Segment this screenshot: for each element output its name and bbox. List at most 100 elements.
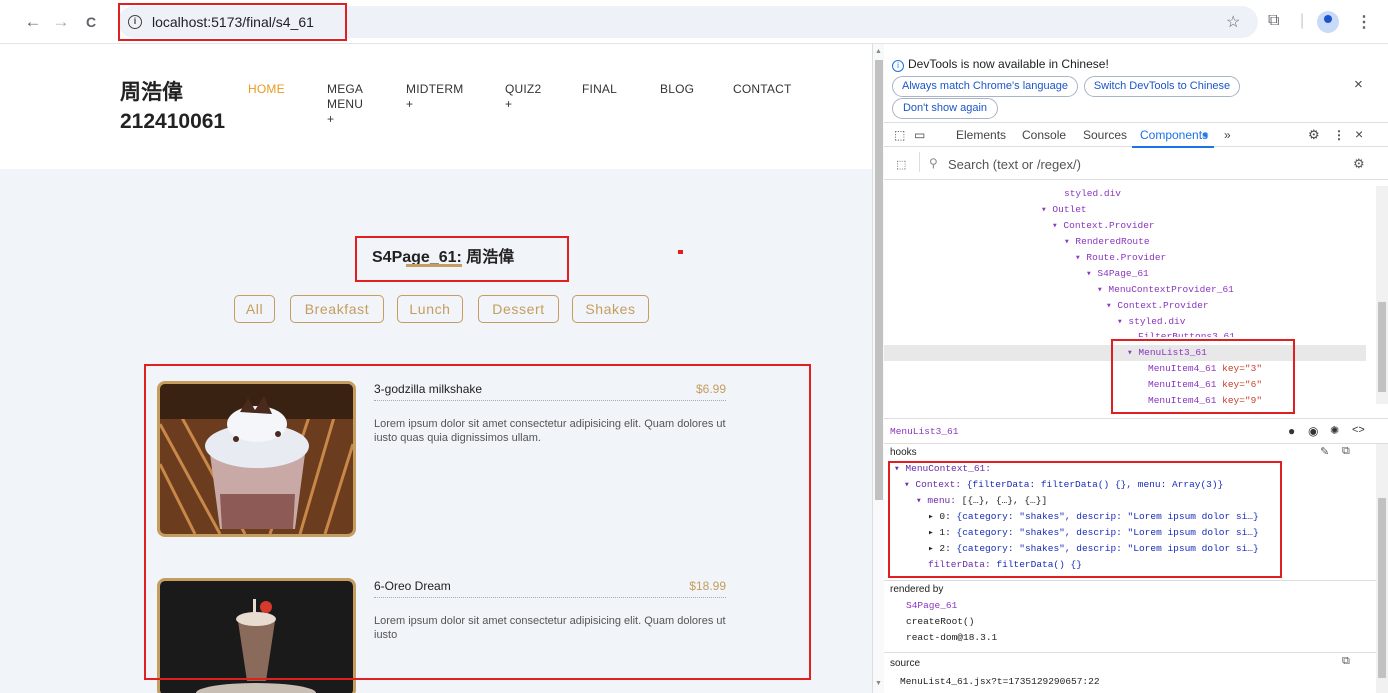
edit-icon[interactable]: ✎	[1320, 445, 1329, 458]
toolbar-separator: |	[1300, 12, 1305, 29]
annotation-box-menu-list	[144, 364, 811, 680]
reload-button[interactable]: C	[80, 11, 102, 33]
panel-divider[interactable]: ▲ ▼	[872, 44, 884, 693]
nav-contact[interactable]: CONTACT	[733, 82, 792, 97]
tree-scroll-thumb[interactable]	[1378, 302, 1386, 392]
component-search-input[interactable]: Search (text or /regex/)	[948, 157, 1081, 172]
annotation-mark	[678, 250, 683, 254]
tab-sources[interactable]: Sources	[1083, 128, 1127, 142]
match-language-button[interactable]: Always match Chrome's language	[892, 76, 1078, 97]
rendered-by-label: rendered by	[890, 584, 944, 595]
filter-lunch-button[interactable]: Lunch	[397, 295, 463, 323]
nav-quiz2-plus: +	[505, 97, 513, 111]
page-scroll-thumb[interactable]	[875, 60, 883, 500]
nav-midterm[interactable]: MIDTERM +	[406, 82, 463, 112]
tree-node[interactable]: ▾ Context.Provider	[1052, 218, 1155, 233]
components-recording-icon: ✺	[1202, 131, 1209, 140]
nav-midterm-plus: +	[406, 97, 414, 111]
devtools-language-banner: i DevTools is now available in Chinese!	[892, 57, 1109, 72]
nav-mega-plus: +	[327, 112, 335, 126]
profile-avatar[interactable]	[1317, 11, 1339, 33]
tree-node[interactable]: ▾ Context.Provider	[1106, 298, 1209, 313]
annotation-box-url	[118, 3, 347, 41]
filter-dessert-button[interactable]: Dessert	[478, 295, 559, 323]
sidebar-scrollbar[interactable]	[1376, 444, 1388, 693]
tree-node[interactable]: ▾ styled.div	[1117, 314, 1185, 329]
suspend-icon[interactable]: ●	[1288, 424, 1295, 438]
active-tab-indicator	[1132, 146, 1214, 148]
extensions-icon[interactable]: ⧉	[1268, 12, 1279, 30]
tree-node[interactable]: ▾ RenderedRoute	[1064, 234, 1150, 249]
annotation-box-tree	[1111, 339, 1295, 414]
rendered-by-root: createRoot()	[906, 616, 975, 627]
site-header: 周浩偉 212410061 HOME MEGA MENU + MIDTERM +…	[0, 44, 872, 169]
forward-button[interactable]: →	[50, 11, 72, 33]
devtools-menu-icon[interactable]: ⋮	[1333, 128, 1345, 142]
search-separator	[919, 152, 920, 172]
device-toolbar-icon[interactable]: ▭	[914, 128, 925, 142]
filter-shakes-button[interactable]: Shakes	[572, 295, 649, 323]
filter-breakfast-button[interactable]: Breakfast	[290, 295, 384, 323]
nav-mega-sub: MENU	[327, 97, 364, 111]
nav-mega-menu[interactable]: MEGA MENU +	[327, 82, 363, 127]
tab-console[interactable]: Console	[1022, 128, 1066, 142]
scroll-down-arrow[interactable]: ▼	[875, 680, 882, 687]
hooks-section-label: hooks	[890, 447, 917, 458]
nav-quiz2-label: QUIZ2	[505, 82, 542, 96]
page-viewport: 周浩偉 212410061 HOME MEGA MENU + MIDTERM +…	[0, 44, 872, 693]
banner-close-icon[interactable]: ×	[1354, 76, 1363, 93]
inspect-element-icon[interactable]: ⬚	[894, 128, 905, 142]
inspect-dom-icon[interactable]: ◉	[1308, 424, 1318, 438]
dont-show-again-button[interactable]: Don't show again	[892, 98, 998, 119]
view-source-icon[interactable]: <>	[1352, 424, 1365, 436]
nav-quiz2[interactable]: QUIZ2 +	[505, 82, 541, 112]
source-label: source	[890, 658, 921, 669]
inspected-element-header: MenuList3_61 ● ◉ ✺ <>	[884, 418, 1388, 444]
tree-node[interactable]: styled.div	[1064, 186, 1121, 201]
sidebar-scroll-thumb[interactable]	[1378, 498, 1386, 678]
section-divider	[884, 652, 1376, 653]
tab-components[interactable]: Components	[1140, 128, 1208, 142]
scroll-up-arrow[interactable]: ▲	[875, 48, 882, 55]
annotation-box-title	[355, 236, 569, 282]
tree-scrollbar[interactable]	[1376, 186, 1388, 404]
devtools-settings-icon[interactable]: ⚙	[1308, 127, 1320, 143]
search-icon: ⚲	[929, 156, 938, 170]
inspected-component-name: MenuList3_61	[890, 426, 959, 437]
nav-home[interactable]: HOME	[248, 82, 285, 97]
site-brand[interactable]: 周浩偉 212410061	[120, 78, 225, 136]
devtools-panel: i DevTools is now available in Chinese! A…	[884, 44, 1388, 693]
devtools-close-icon[interactable]: ×	[1355, 126, 1363, 142]
tree-node[interactable]: FilterButtons3_61	[1138, 329, 1235, 337]
copy-icon[interactable]: ⧉	[1342, 445, 1350, 458]
debug-icon[interactable]: ✺	[1330, 424, 1339, 437]
nav-midterm-label: MIDTERM	[406, 82, 464, 96]
component-search-row: ⬚ ⚲ Search (text or /regex/) ⚙	[884, 150, 1388, 180]
tree-node[interactable]: ▾ MenuContextProvider_61	[1097, 282, 1234, 297]
source-file-link[interactable]: MenuList4_61.jsx?t=1735129290657:22	[900, 676, 1100, 687]
tree-node[interactable]: ▾ Route.Provider	[1075, 250, 1166, 265]
component-settings-icon[interactable]: ⚙	[1353, 156, 1365, 172]
rendered-by-version: react-dom@18.3.1	[906, 632, 998, 643]
more-tabs-icon[interactable]: »	[1224, 128, 1231, 142]
switch-language-button[interactable]: Switch DevTools to Chinese	[1084, 76, 1240, 97]
select-component-icon[interactable]: ⬚	[896, 158, 906, 171]
banner-text: DevTools is now available in Chinese!	[908, 57, 1109, 71]
bookmark-star-icon[interactable]: ☆	[1226, 12, 1240, 32]
brand-name: 周浩偉	[120, 81, 183, 104]
open-source-icon[interactable]: ⧉	[1342, 655, 1350, 668]
brand-id: 212410061	[120, 110, 226, 133]
tab-elements[interactable]: Elements	[956, 128, 1006, 142]
nav-final[interactable]: FINAL	[582, 82, 617, 97]
browser-menu-icon[interactable]: ⋮	[1356, 12, 1372, 32]
nav-blog[interactable]: BLOG	[660, 82, 694, 97]
info-icon: i	[892, 60, 904, 72]
tree-node[interactable]: ▾ S4Page_61	[1086, 266, 1149, 281]
filter-all-button[interactable]: All	[234, 295, 275, 323]
nav-mega-label: MEGA	[327, 82, 364, 96]
devtools-tabbar: ⬚ ▭ Elements Console Sources Components …	[884, 122, 1388, 148]
rendered-by-owner[interactable]: S4Page_61	[906, 600, 957, 611]
back-button[interactable]: ←	[22, 11, 44, 33]
tree-node[interactable]: ▾ Outlet	[1041, 202, 1087, 217]
annotation-box-hooks	[888, 461, 1282, 578]
